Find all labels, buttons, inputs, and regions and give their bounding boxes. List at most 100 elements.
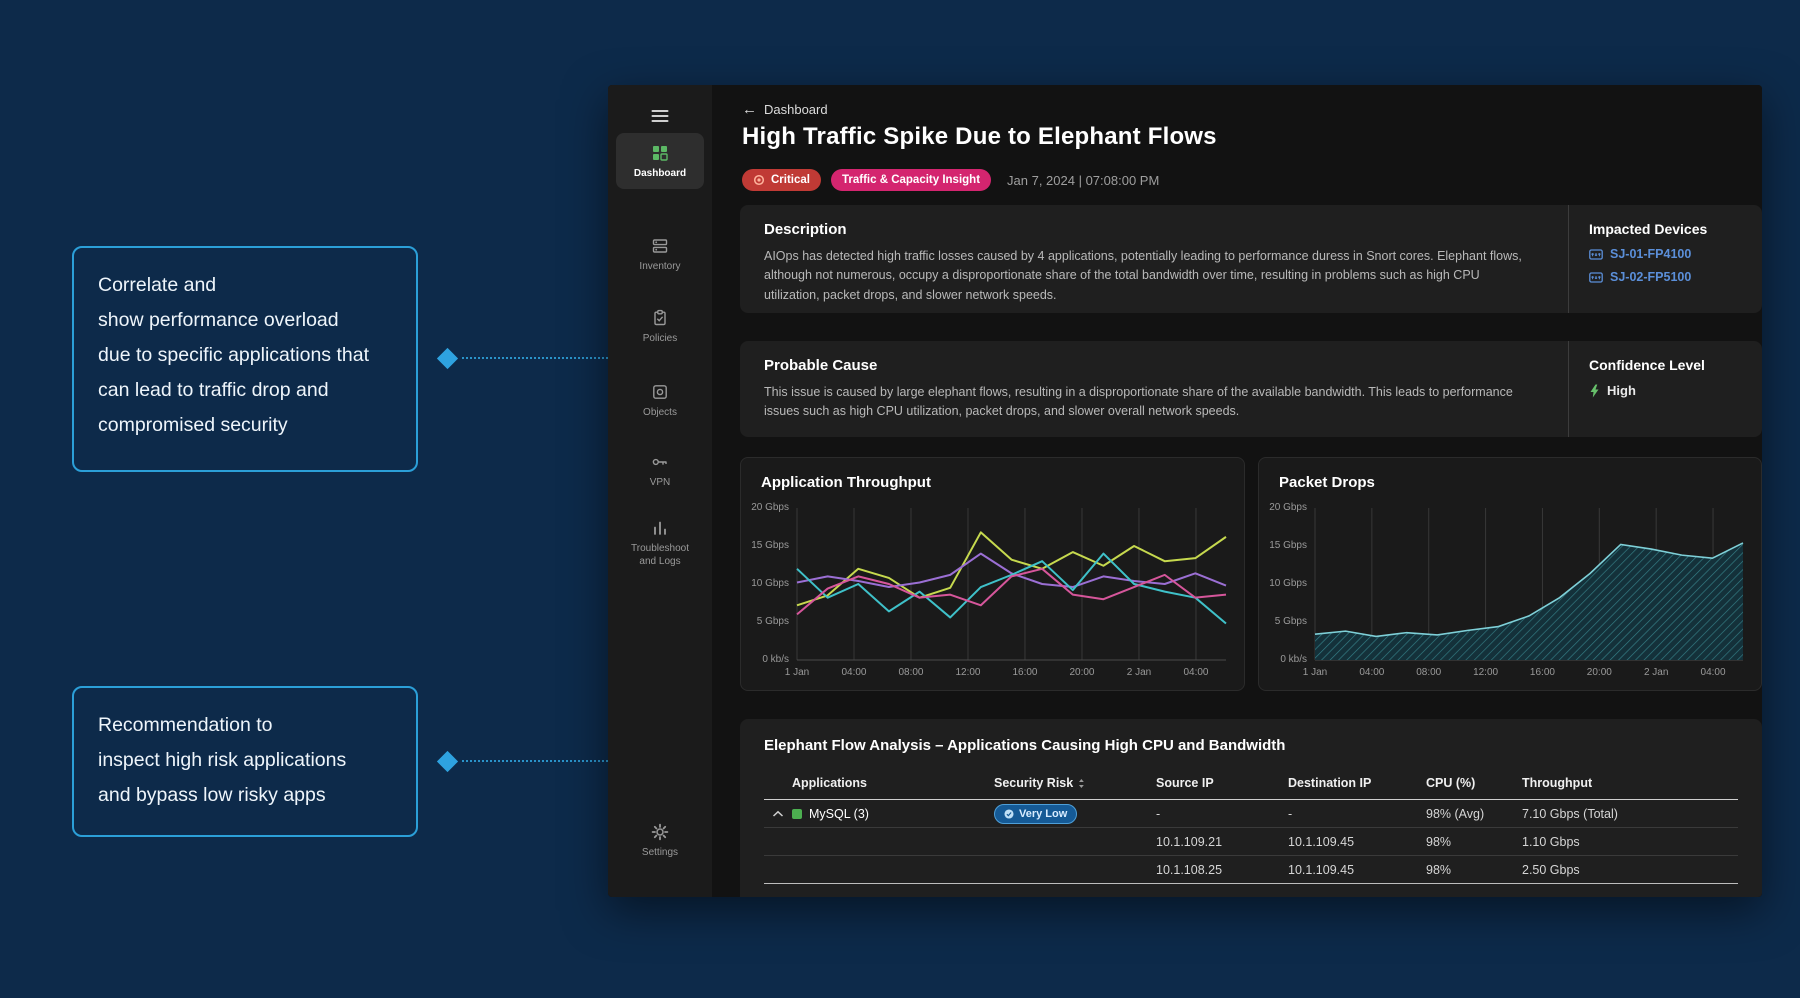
- check-circle-icon: [1004, 809, 1014, 819]
- column-header-security-risk[interactable]: Security Risk: [994, 776, 1156, 790]
- annotation-callout-recommendation: Recommendation to inspect high risk appl…: [72, 686, 418, 837]
- badge-row: Critical Traffic & Capacity Insight Jan …: [742, 169, 1159, 191]
- x-axis-tick-label: 04:00: [1183, 667, 1208, 678]
- sidebar-item-dashboard[interactable]: Dashboard: [616, 133, 704, 189]
- collapse-chevron-icon[interactable]: [764, 810, 792, 818]
- y-axis-tick-label: 5 Gbps: [1269, 616, 1307, 627]
- policies-icon: [651, 309, 669, 327]
- column-header-cpu: CPU (%): [1426, 776, 1522, 790]
- confidence-level-title: Confidence Level: [1589, 357, 1762, 373]
- sidebar-item-settings[interactable]: Settings: [608, 823, 712, 859]
- sidebar-item-vpn[interactable]: VPN: [608, 453, 712, 489]
- insight-badge-label: Traffic & Capacity Insight: [842, 174, 980, 186]
- x-axis-tick-label: 20:00: [1069, 667, 1094, 678]
- device-icon: [1589, 272, 1603, 283]
- column-header-destination-ip: Destination IP: [1288, 776, 1426, 790]
- sidebar-item-inventory[interactable]: Inventory: [608, 237, 712, 273]
- destination-ip-cell: 10.1.109.45: [1288, 835, 1426, 849]
- y-axis-tick-label: 0 kb/s: [751, 654, 789, 665]
- callout-connector-line: [462, 760, 608, 762]
- packet-drops-title: Packet Drops: [1279, 474, 1375, 491]
- throughput-cell: 2.50 Gbps: [1522, 863, 1738, 877]
- troubleshoot-logs-icon: [651, 519, 669, 537]
- y-axis-tick-label: 20 Gbps: [751, 502, 789, 513]
- confidence-level-value: High: [1607, 383, 1636, 398]
- description-title: Description: [764, 221, 1544, 238]
- probable-cause-title: Probable Cause: [764, 357, 1544, 374]
- description-card: Description AIOps has detected high traf…: [740, 205, 1762, 313]
- destination-ip-cell: 10.1.109.45: [1288, 863, 1426, 877]
- application-cell: MySQL (3): [792, 807, 994, 821]
- x-axis-tick-label: 12:00: [1473, 667, 1498, 678]
- sidebar-item-label: Troubleshoot and Logs: [624, 542, 696, 568]
- sidebar-item-troubleshoot-and-logs[interactable]: Troubleshoot and Logs: [608, 519, 712, 568]
- y-axis-tick-label: 15 Gbps: [751, 540, 789, 551]
- y-axis-tick-label: 5 Gbps: [751, 616, 789, 627]
- column-header-applications: Applications: [792, 776, 994, 790]
- description-body: AIOps has detected high traffic losses c…: [764, 247, 1544, 305]
- sidebar-item-label: Settings: [642, 846, 678, 859]
- throughput-cell: 1.10 Gbps: [1522, 835, 1738, 849]
- cpu-cell: 98%: [1426, 835, 1522, 849]
- x-axis-tick-label: 16:00: [1012, 667, 1037, 678]
- y-axis-tick-label: 20 Gbps: [1269, 502, 1307, 513]
- device-icon: [1589, 249, 1603, 260]
- probable-cause-section: Probable Cause This issue is caused by l…: [740, 341, 1568, 437]
- sidebar-item-label: Inventory: [639, 260, 680, 273]
- table-row-mysql-group[interactable]: MySQL (3) Very Low - - 98% (Avg) 7.10 Gb…: [764, 800, 1738, 828]
- x-axis-tick-label: 04:00: [1359, 667, 1384, 678]
- elephant-flow-table-title: Elephant Flow Analysis – Applications Ca…: [764, 737, 1738, 754]
- application-throughput-chart: 20 Gbps 15 Gbps 10 Gbps 5 Gbps 0 kb/s 1 Jan 04…: [751, 500, 1234, 686]
- y-axis-tick-label: 0 kb/s: [1269, 654, 1307, 665]
- packet-drops-card: Packet Drops 20 Gbps 15 Gbps 10 Gbps 5 Gbps…: [1258, 457, 1762, 691]
- y-axis-tick-label: 15 Gbps: [1269, 540, 1307, 551]
- confidence-level-section: Confidence Level High: [1568, 341, 1762, 437]
- sidebar: Dashboard Inventory Policies Objects VPN: [608, 85, 712, 897]
- description-section: Description AIOps has detected high traf…: [740, 205, 1568, 313]
- security-risk-label: Very Low: [1019, 808, 1067, 820]
- x-axis-tick-label: 20:00: [1587, 667, 1612, 678]
- sidebar-item-policies[interactable]: Policies: [608, 309, 712, 345]
- cpu-cell: 98%: [1426, 863, 1522, 877]
- sidebar-item-label: Objects: [643, 406, 677, 419]
- lightning-icon: [1589, 384, 1600, 398]
- confidence-level-value-row: High: [1589, 383, 1762, 398]
- x-axis-tick-label: 16:00: [1530, 667, 1555, 678]
- x-axis-tick-label: 1 Jan: [785, 667, 809, 678]
- x-axis-tick-label: 04:00: [1701, 667, 1726, 678]
- sort-icon: [1077, 777, 1086, 790]
- menu-hamburger-icon[interactable]: [652, 107, 669, 125]
- insight-type-badge: Traffic & Capacity Insight: [831, 169, 991, 191]
- impacted-devices-title: Impacted Devices: [1589, 221, 1762, 237]
- back-arrow-icon: ←: [742, 101, 757, 118]
- column-header-source-ip: Source IP: [1156, 776, 1288, 790]
- impacted-devices-section: Impacted Devices SJ-01-FP4100 SJ-02-FP51…: [1568, 205, 1762, 313]
- packet-drops-chart: 20 Gbps15 Gbps10 Gbps5 Gbps0 kb/s1 Jan04…: [1269, 500, 1751, 686]
- security-risk-badge: Very Low: [994, 804, 1077, 824]
- callout-connector-line: [462, 357, 608, 359]
- x-axis-tick-label: 08:00: [1416, 667, 1441, 678]
- y-axis-tick-label: 10 Gbps: [1269, 578, 1307, 589]
- x-axis-tick-label: 2 Jan: [1644, 667, 1668, 678]
- breadcrumb-back-link[interactable]: ← Dashboard: [742, 101, 828, 118]
- application-name: MySQL (3): [809, 807, 869, 821]
- x-axis-tick-label: 08:00: [898, 667, 923, 678]
- application-throughput-card: Application Throughput 20 Gbps 15 Gbps 10 …: [740, 457, 1245, 691]
- severity-badge-label: Critical: [771, 174, 810, 186]
- table-row-flow-detail: 10.1.109.21 10.1.109.45 98% 1.10 Gbps: [764, 828, 1738, 856]
- device-link-label: SJ-02-FP5100: [1610, 270, 1691, 284]
- inventory-icon: [651, 237, 669, 255]
- application-throughput-title: Application Throughput: [761, 474, 931, 491]
- y-axis-tick-label: 10 Gbps: [751, 578, 789, 589]
- device-link[interactable]: SJ-02-FP5100: [1589, 270, 1762, 284]
- objects-icon: [651, 383, 669, 401]
- elephant-flow-table-card: Elephant Flow Analysis – Applications Ca…: [740, 719, 1762, 897]
- sidebar-item-objects[interactable]: Objects: [608, 383, 712, 419]
- probable-cause-card: Probable Cause This issue is caused by l…: [740, 341, 1762, 437]
- table-header-row: Applications Security Risk Source IP Des…: [764, 767, 1738, 800]
- device-link[interactable]: SJ-01-FP4100: [1589, 247, 1762, 261]
- mysql-app-icon: [792, 809, 802, 819]
- cpu-cell: 98% (Avg): [1426, 807, 1522, 821]
- column-header-throughput: Throughput: [1522, 776, 1738, 790]
- annotation-callout-performance: Correlate and show performance overload …: [72, 246, 418, 472]
